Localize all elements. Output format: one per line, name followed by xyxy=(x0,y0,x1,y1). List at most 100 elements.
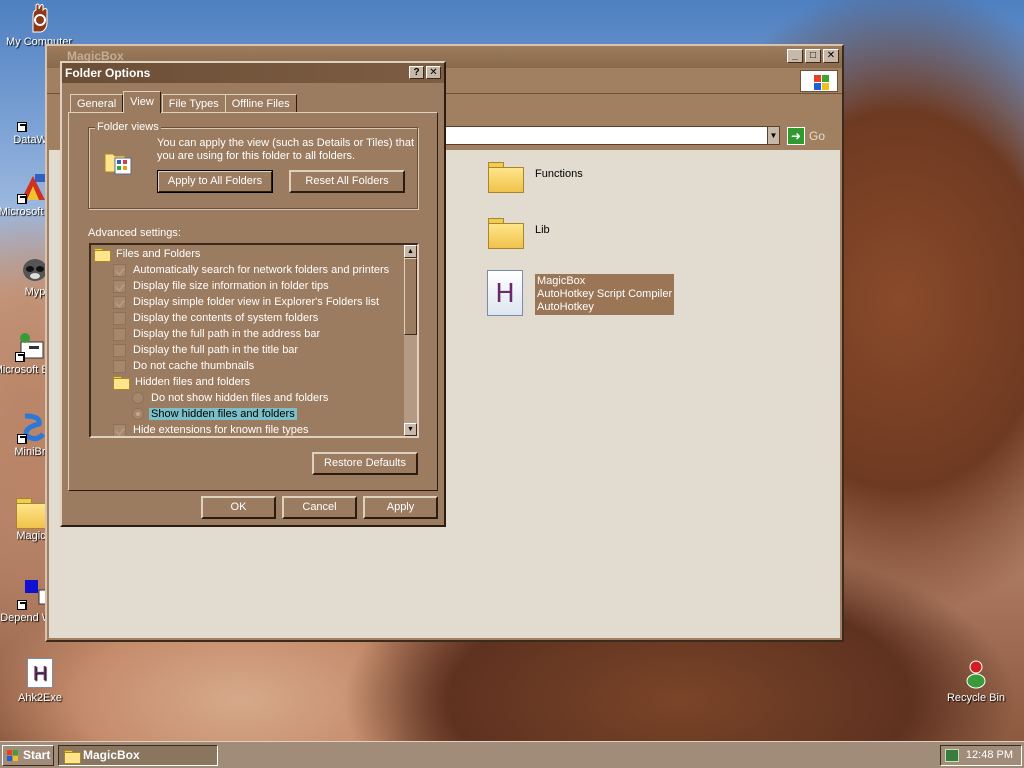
checkbox-icon[interactable] xyxy=(113,327,126,341)
group-legend: Folder views xyxy=(95,121,161,133)
checkbox-icon[interactable] xyxy=(113,359,126,373)
go-button[interactable]: ➜ Go xyxy=(787,126,837,145)
apply-button[interactable]: Apply xyxy=(363,496,438,519)
tree-row-check[interactable]: Display the full path in the title bar xyxy=(113,342,300,358)
address-input[interactable] xyxy=(443,126,779,145)
tree-row-label: Display the full path in the title bar xyxy=(133,344,299,356)
folder-views-icon xyxy=(103,146,135,178)
folder-icon xyxy=(64,750,81,764)
shortcut-arrow-icon xyxy=(17,194,27,204)
tree-row-label: Files and Folders xyxy=(116,248,201,260)
tree-row-label: Display simple folder view in Explorer's… xyxy=(133,296,380,308)
advanced-settings-list[interactable]: Files and Folders Automatically search fo… xyxy=(89,243,419,438)
scroll-down-button[interactable]: ▼ xyxy=(404,423,417,436)
tab-view[interactable]: View xyxy=(123,91,161,113)
folder-views-group: Folder views You can apply the view (suc… xyxy=(88,121,418,209)
tab-file-types[interactable]: File Types xyxy=(161,94,226,113)
file-name: MagicBox xyxy=(537,275,586,287)
checkbox-icon[interactable] xyxy=(113,279,126,293)
shortcut-arrow-icon xyxy=(17,434,27,444)
taskbar-button-magicbox[interactable]: MagicBox xyxy=(58,745,218,766)
checkbox-icon[interactable] xyxy=(113,423,126,436)
radio-button-icon[interactable] xyxy=(132,392,144,404)
tree-row-check[interactable]: Display the contents of system folders xyxy=(113,310,320,326)
file-item-functions[interactable]: Functions xyxy=(487,160,583,193)
folder-icon xyxy=(487,160,524,193)
file-name: Functions xyxy=(535,168,583,180)
shortcut-arrow-icon xyxy=(17,600,27,610)
dialog-title: Folder Options xyxy=(65,66,151,80)
scroll-up-button[interactable]: ▲ xyxy=(404,245,417,258)
recycle-bin-icon xyxy=(960,658,992,690)
desktop-icon-ahk2exe[interactable]: H Ahk2Exe xyxy=(1,658,79,704)
tree-row-radio[interactable]: Do not show hidden files and folders xyxy=(132,390,330,406)
tree-row-label: Do not cache thumbnails xyxy=(133,360,255,372)
file-description: AutoHotkey Script Compiler xyxy=(537,288,673,300)
windows-logo-icon xyxy=(7,750,19,762)
go-label: Go xyxy=(809,128,826,143)
system-tray: 12:48 PM xyxy=(940,745,1022,766)
radio-button-icon[interactable] xyxy=(132,408,144,420)
shortcut-arrow-icon xyxy=(15,352,25,362)
tray-app-icon[interactable] xyxy=(945,749,959,762)
vertical-scrollbar[interactable]: ▲ ▼ xyxy=(404,245,417,436)
start-label: Start xyxy=(23,748,51,762)
maximize-button[interactable]: □ xyxy=(805,49,821,63)
go-arrow-icon: ➜ xyxy=(787,126,805,145)
reset-all-folders-button[interactable]: Reset All Folders xyxy=(289,170,405,193)
folder-icon xyxy=(487,216,524,249)
desktop-icon-recycle-bin[interactable]: Recycle Bin xyxy=(937,658,1015,704)
tree-row-label: Display the full path in the address bar xyxy=(133,328,321,340)
advanced-settings-label: Advanced settings: xyxy=(88,227,181,239)
restore-defaults-button[interactable]: Restore Defaults xyxy=(312,452,418,475)
tree-row-check[interactable]: Display file size information in folder … xyxy=(113,278,331,294)
visual-basic-icon xyxy=(15,330,47,362)
dialog-titlebar[interactable]: Folder Options ? ✕ xyxy=(62,63,444,83)
tab-offline-files[interactable]: Offline Files xyxy=(224,94,297,113)
tree-row-label: Hidden files and folders xyxy=(135,376,250,388)
tree-row-check[interactable]: Automatically search for network folders… xyxy=(113,262,391,278)
tree-row-label: Display file size information in folder … xyxy=(133,280,329,292)
tree-row-check[interactable]: Display simple folder view in Explorer's… xyxy=(113,294,381,310)
file-item-magicbox[interactable]: H MagicBox AutoHotkey Script Compiler Au… xyxy=(487,270,675,316)
desktop-icon-label: Recycle Bin xyxy=(946,692,1006,704)
ok-button[interactable]: OK xyxy=(201,496,276,519)
tree-row-folder: Files and Folders xyxy=(94,246,202,262)
tree-row-check[interactable]: Do not cache thumbnails xyxy=(113,358,256,374)
file-name: Lib xyxy=(535,224,550,236)
file-details: MagicBox AutoHotkey Script Compiler Auto… xyxy=(535,274,675,315)
start-button[interactable]: Start xyxy=(2,745,54,766)
shortcut-arrow-icon xyxy=(17,122,27,132)
checkbox-icon[interactable] xyxy=(113,311,126,325)
checkbox-icon[interactable] xyxy=(113,295,126,309)
help-button[interactable]: ? xyxy=(409,66,424,79)
tree-row-check[interactable]: Display the full path in the address bar xyxy=(113,326,322,342)
close-button[interactable]: ✕ xyxy=(426,66,441,79)
desktop-icon-label: Myp xyxy=(24,286,46,298)
desktop-icon-my-computer[interactable]: My Computer xyxy=(0,2,78,48)
tab-general[interactable]: General xyxy=(70,94,124,113)
task-label: MagicBox xyxy=(83,748,140,762)
autohotkey-icon: H xyxy=(24,658,56,690)
close-button[interactable]: ✕ xyxy=(823,49,839,63)
address-dropdown-button[interactable]: ▼ xyxy=(767,126,780,145)
folder-icon xyxy=(113,376,130,390)
tree-row-radio[interactable]: Show hidden files and folders xyxy=(132,406,297,422)
tree-row-check[interactable]: Hide extensions for known file types xyxy=(113,422,310,436)
tree-row-label: Automatically search for network folders… xyxy=(133,264,390,276)
folder-views-description: You can apply the view (such as Details … xyxy=(157,137,415,162)
file-item-lib[interactable]: Lib xyxy=(487,216,550,249)
tree-row-label: Display the contents of system folders xyxy=(133,312,319,324)
checkbox-icon[interactable] xyxy=(113,343,126,357)
windows-logo-icon xyxy=(800,70,838,92)
taskbar: Start MagicBox 12:48 PM xyxy=(0,741,1024,768)
folder-options-dialog: Folder Options ? ✕ General View File Typ… xyxy=(60,61,446,527)
apply-to-all-folders-button[interactable]: Apply to All Folders xyxy=(157,170,273,193)
minimize-button[interactable]: _ xyxy=(787,49,803,63)
checkbox-icon[interactable] xyxy=(113,263,126,277)
scroll-thumb[interactable] xyxy=(404,258,417,335)
tab-strip: General View File Types Offline Files xyxy=(70,91,297,113)
autohotkey-icon: H xyxy=(487,270,523,316)
folder-icon xyxy=(94,248,111,262)
cancel-button[interactable]: Cancel xyxy=(282,496,357,519)
